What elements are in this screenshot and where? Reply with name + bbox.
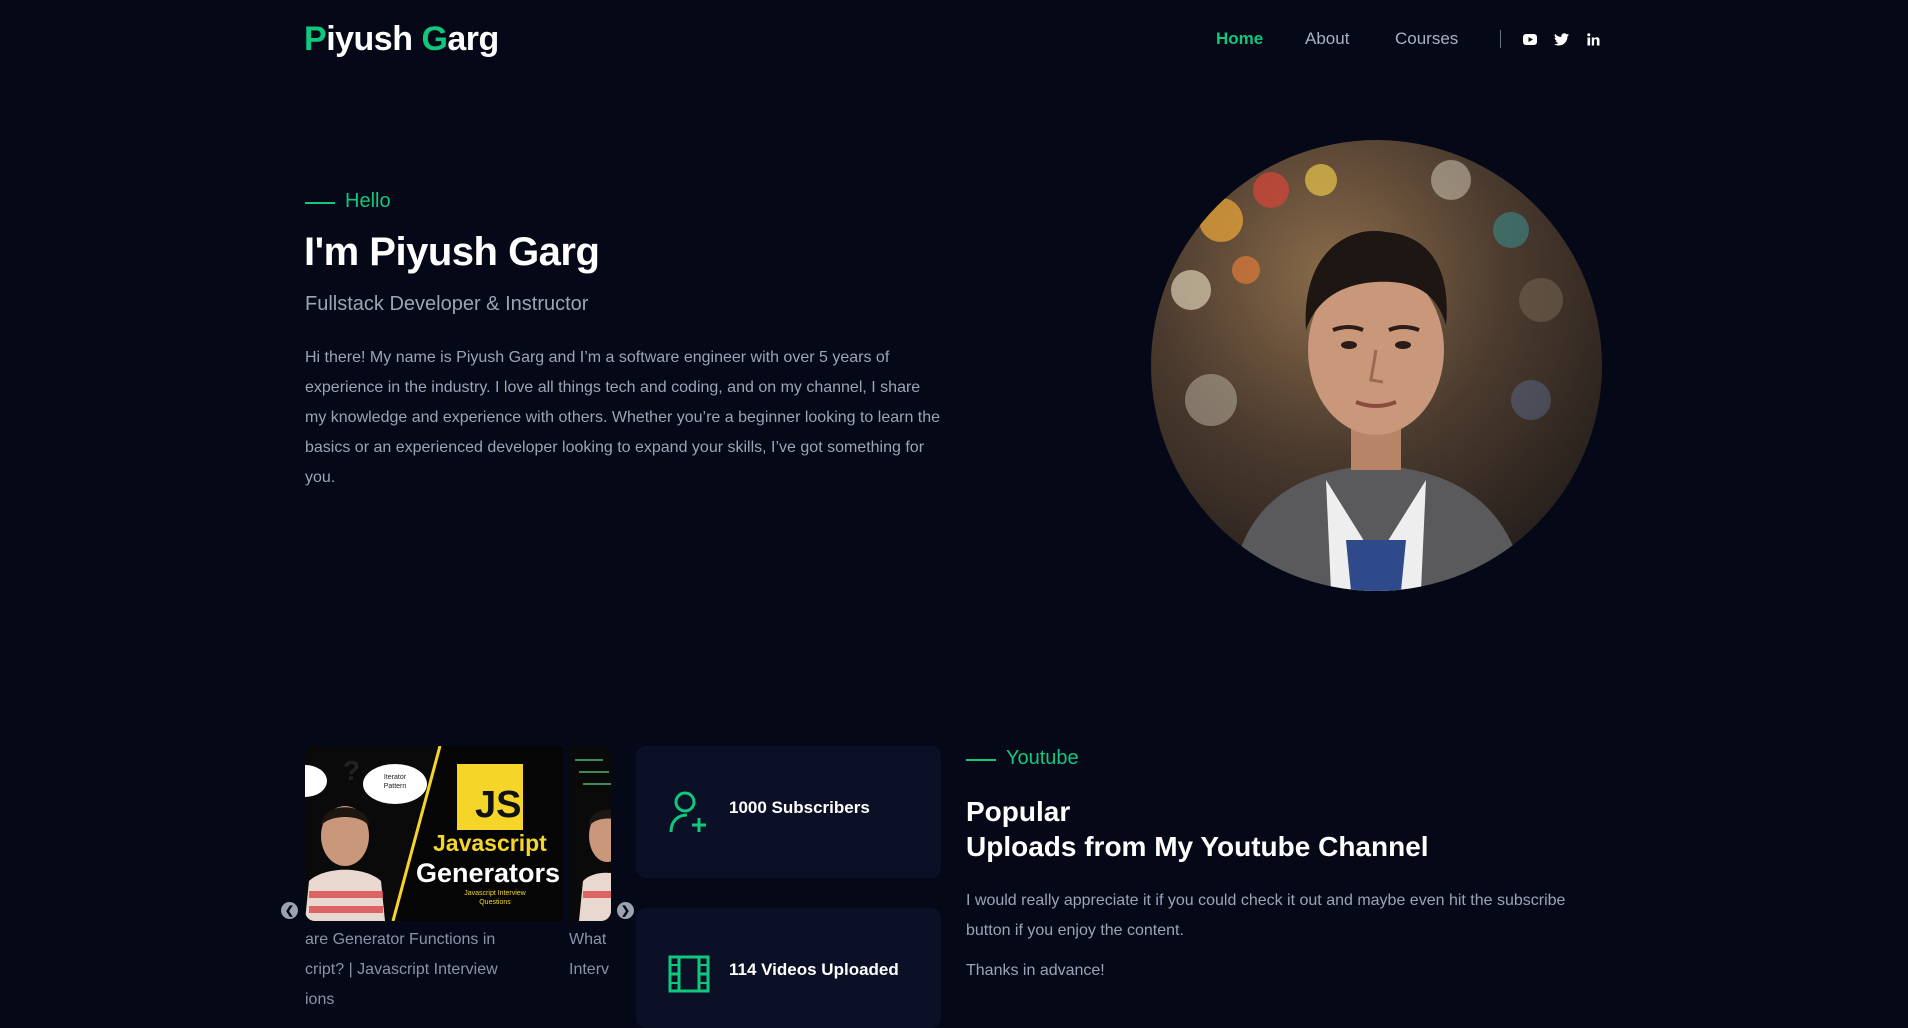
thumb-title-2: Generators xyxy=(416,858,561,888)
hero-bio: Hi there! My name is Piyush Garg and I’m… xyxy=(305,349,941,486)
profile-photo xyxy=(1151,140,1602,591)
js-badge: JS xyxy=(475,784,522,826)
nav-about-link[interactable]: About xyxy=(1305,29,1349,49)
twitter-icon[interactable] xyxy=(1553,31,1570,48)
carousel-next-button[interactable]: ❯ xyxy=(617,902,634,919)
thumb-title-1: Javascript xyxy=(433,830,547,856)
youtube-thanks: Thanks in advance! xyxy=(966,962,1105,979)
user-plus-icon xyxy=(669,790,709,839)
youtube-section-title: Popular Uploads from My Youtube Channel xyxy=(966,796,1429,862)
subscribers-card: 1000 Subscribers xyxy=(636,746,941,878)
nav-divider xyxy=(1500,30,1501,48)
video-thumbnail[interactable]: ? JS Iterator Pattern Javascript Generato… xyxy=(305,746,563,921)
video-caption[interactable]: What Interv xyxy=(569,925,611,985)
film-icon xyxy=(668,955,710,998)
thumb-bubble-text: Iterator Pattern xyxy=(383,774,407,790)
youtube-eyebrow: Youtube xyxy=(1006,747,1079,769)
svg-text:?: ? xyxy=(343,755,360,786)
hello-eyebrow: Hello xyxy=(345,190,391,212)
video-thumbnail[interactable] xyxy=(569,746,611,921)
video-carousel[interactable]: ? JS Iterator Pattern Javascript Generato… xyxy=(305,746,611,921)
hello-accent-line xyxy=(305,202,335,204)
youtube-accent-line xyxy=(966,759,996,761)
nav-home-link[interactable]: Home xyxy=(1216,29,1263,49)
chevron-left-icon: ❮ xyxy=(284,905,295,917)
chevron-right-icon: ❯ xyxy=(620,905,631,917)
site-logo[interactable]: Piyush Garg xyxy=(304,20,499,59)
hero-name: I'm Piyush Garg xyxy=(304,230,600,274)
videos-count: 114 Videos Uploaded xyxy=(729,960,899,979)
hero-role: Fullstack Developer & Instructor xyxy=(305,293,589,315)
linkedin-icon[interactable] xyxy=(1585,31,1602,48)
videos-card: 114 Videos Uploaded xyxy=(636,908,941,1028)
youtube-description: I would really appreciate it if you coul… xyxy=(966,892,1566,939)
thumb-subtitle: Javascript Interview Questions xyxy=(464,890,526,906)
youtube-icon[interactable] xyxy=(1521,31,1538,48)
carousel-prev-button[interactable]: ❮ xyxy=(281,902,298,919)
nav-courses-link[interactable]: Courses xyxy=(1395,29,1458,49)
video-caption[interactable]: are Generator Functions in cript? | Java… xyxy=(305,925,515,1015)
subscribers-count: 1000 Subscribers xyxy=(729,798,870,817)
